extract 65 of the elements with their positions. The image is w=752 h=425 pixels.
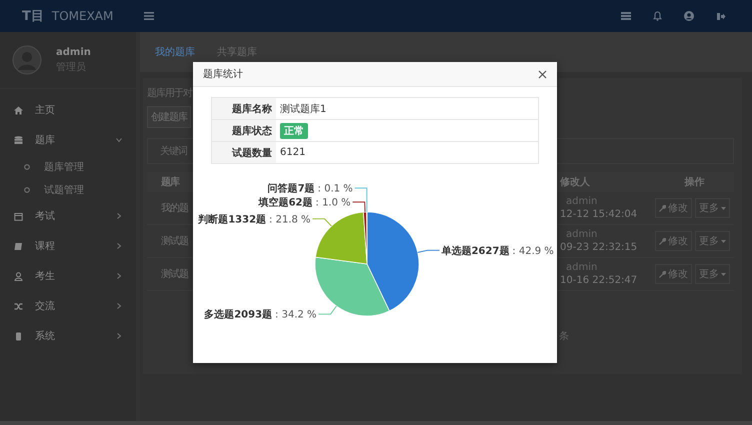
edit-button[interactable]: 修改 <box>655 198 692 218</box>
home-icon <box>14 106 23 114</box>
wrench-icon <box>659 270 666 278</box>
dialog-title: 题库统计 <box>203 68 244 81</box>
sign-out-icon[interactable] <box>716 12 726 20</box>
data-label: 多选题2093题 : 34.2 % <box>204 310 317 321</box>
menu-item[interactable]: 交流 <box>0 291 136 321</box>
shuffle-icon <box>14 302 23 310</box>
database-icon <box>14 136 23 144</box>
modified-time: 09-23 22:32:15 <box>560 242 638 253</box>
table-cell: 我的题 <box>161 203 188 214</box>
leader-line <box>318 306 337 315</box>
bell-icon[interactable] <box>653 11 662 21</box>
modified-time: 10-16 22:52:47 <box>560 275 638 286</box>
brand-name: TOMEXAM <box>52 9 114 23</box>
column-header: 操作 <box>684 176 704 189</box>
calendar-icon <box>14 212 23 220</box>
caret-icon <box>721 206 726 210</box>
more-button[interactable]: 更多 <box>695 231 730 251</box>
menu-item[interactable]: 课程 <box>0 231 136 261</box>
edit-button[interactable]: 修改 <box>655 231 692 251</box>
close-icon[interactable] <box>538 70 547 78</box>
mobile-icon <box>14 332 23 340</box>
more-button[interactable]: 更多 <box>695 264 730 284</box>
data-label: 问答题7题 : 0.1 % <box>268 184 353 195</box>
wrench-icon <box>659 204 666 212</box>
menu-item[interactable]: 考生 <box>0 261 136 291</box>
submenu-item[interactable]: 题库管理 <box>0 155 136 178</box>
menu-icon[interactable] <box>144 12 154 20</box>
data-label: 单选题2627题 : 42.9 % <box>441 246 554 257</box>
menu-item[interactable]: 系统 <box>0 321 136 351</box>
user-icon <box>14 272 23 280</box>
avatar-icon <box>12 45 42 75</box>
edit-button[interactable]: 修改 <box>655 264 692 284</box>
circle-icon <box>24 186 30 192</box>
tab[interactable]: 我的题库 <box>155 45 195 59</box>
caret-icon <box>721 272 726 276</box>
wrench-icon <box>659 238 666 244</box>
table-cell: 测试题 <box>161 236 188 247</box>
leader-line <box>417 250 440 253</box>
column-header: 题库 <box>160 175 179 189</box>
table-cell: 测试题 <box>161 269 188 280</box>
user-icon[interactable] <box>684 11 694 21</box>
status-badge: 正常 <box>280 122 308 138</box>
leader-line <box>312 218 332 227</box>
info-value: 测试题库1 <box>280 102 326 116</box>
info-label: 题库名称 <box>212 98 276 119</box>
modified-time: 12-12 15:42:04 <box>560 209 638 220</box>
book-icon <box>14 242 23 250</box>
menu-item[interactable]: 题库 <box>0 125 136 155</box>
circle-icon <box>24 164 30 170</box>
data-label: 判断题1332题 : 21.8 % <box>198 214 311 226</box>
data-label: 填空题62题 : 1.0 % <box>258 198 351 209</box>
logo-mark: T目 <box>22 8 44 25</box>
more-button[interactable]: 更多 <box>695 198 730 218</box>
info-label: 试题数量 <box>212 142 276 163</box>
menu-item[interactable]: 主页 <box>0 95 136 125</box>
submenu-item[interactable]: 试题管理 <box>0 178 136 201</box>
column-header: 修改人 <box>560 176 590 189</box>
caret-icon <box>721 240 726 242</box>
list-icon[interactable] <box>621 12 631 20</box>
info-label: 题库状态 <box>212 120 276 141</box>
info-value: 6121 <box>280 147 306 158</box>
menu-item[interactable]: 考试 <box>0 201 136 231</box>
user-name: admin <box>56 46 91 58</box>
